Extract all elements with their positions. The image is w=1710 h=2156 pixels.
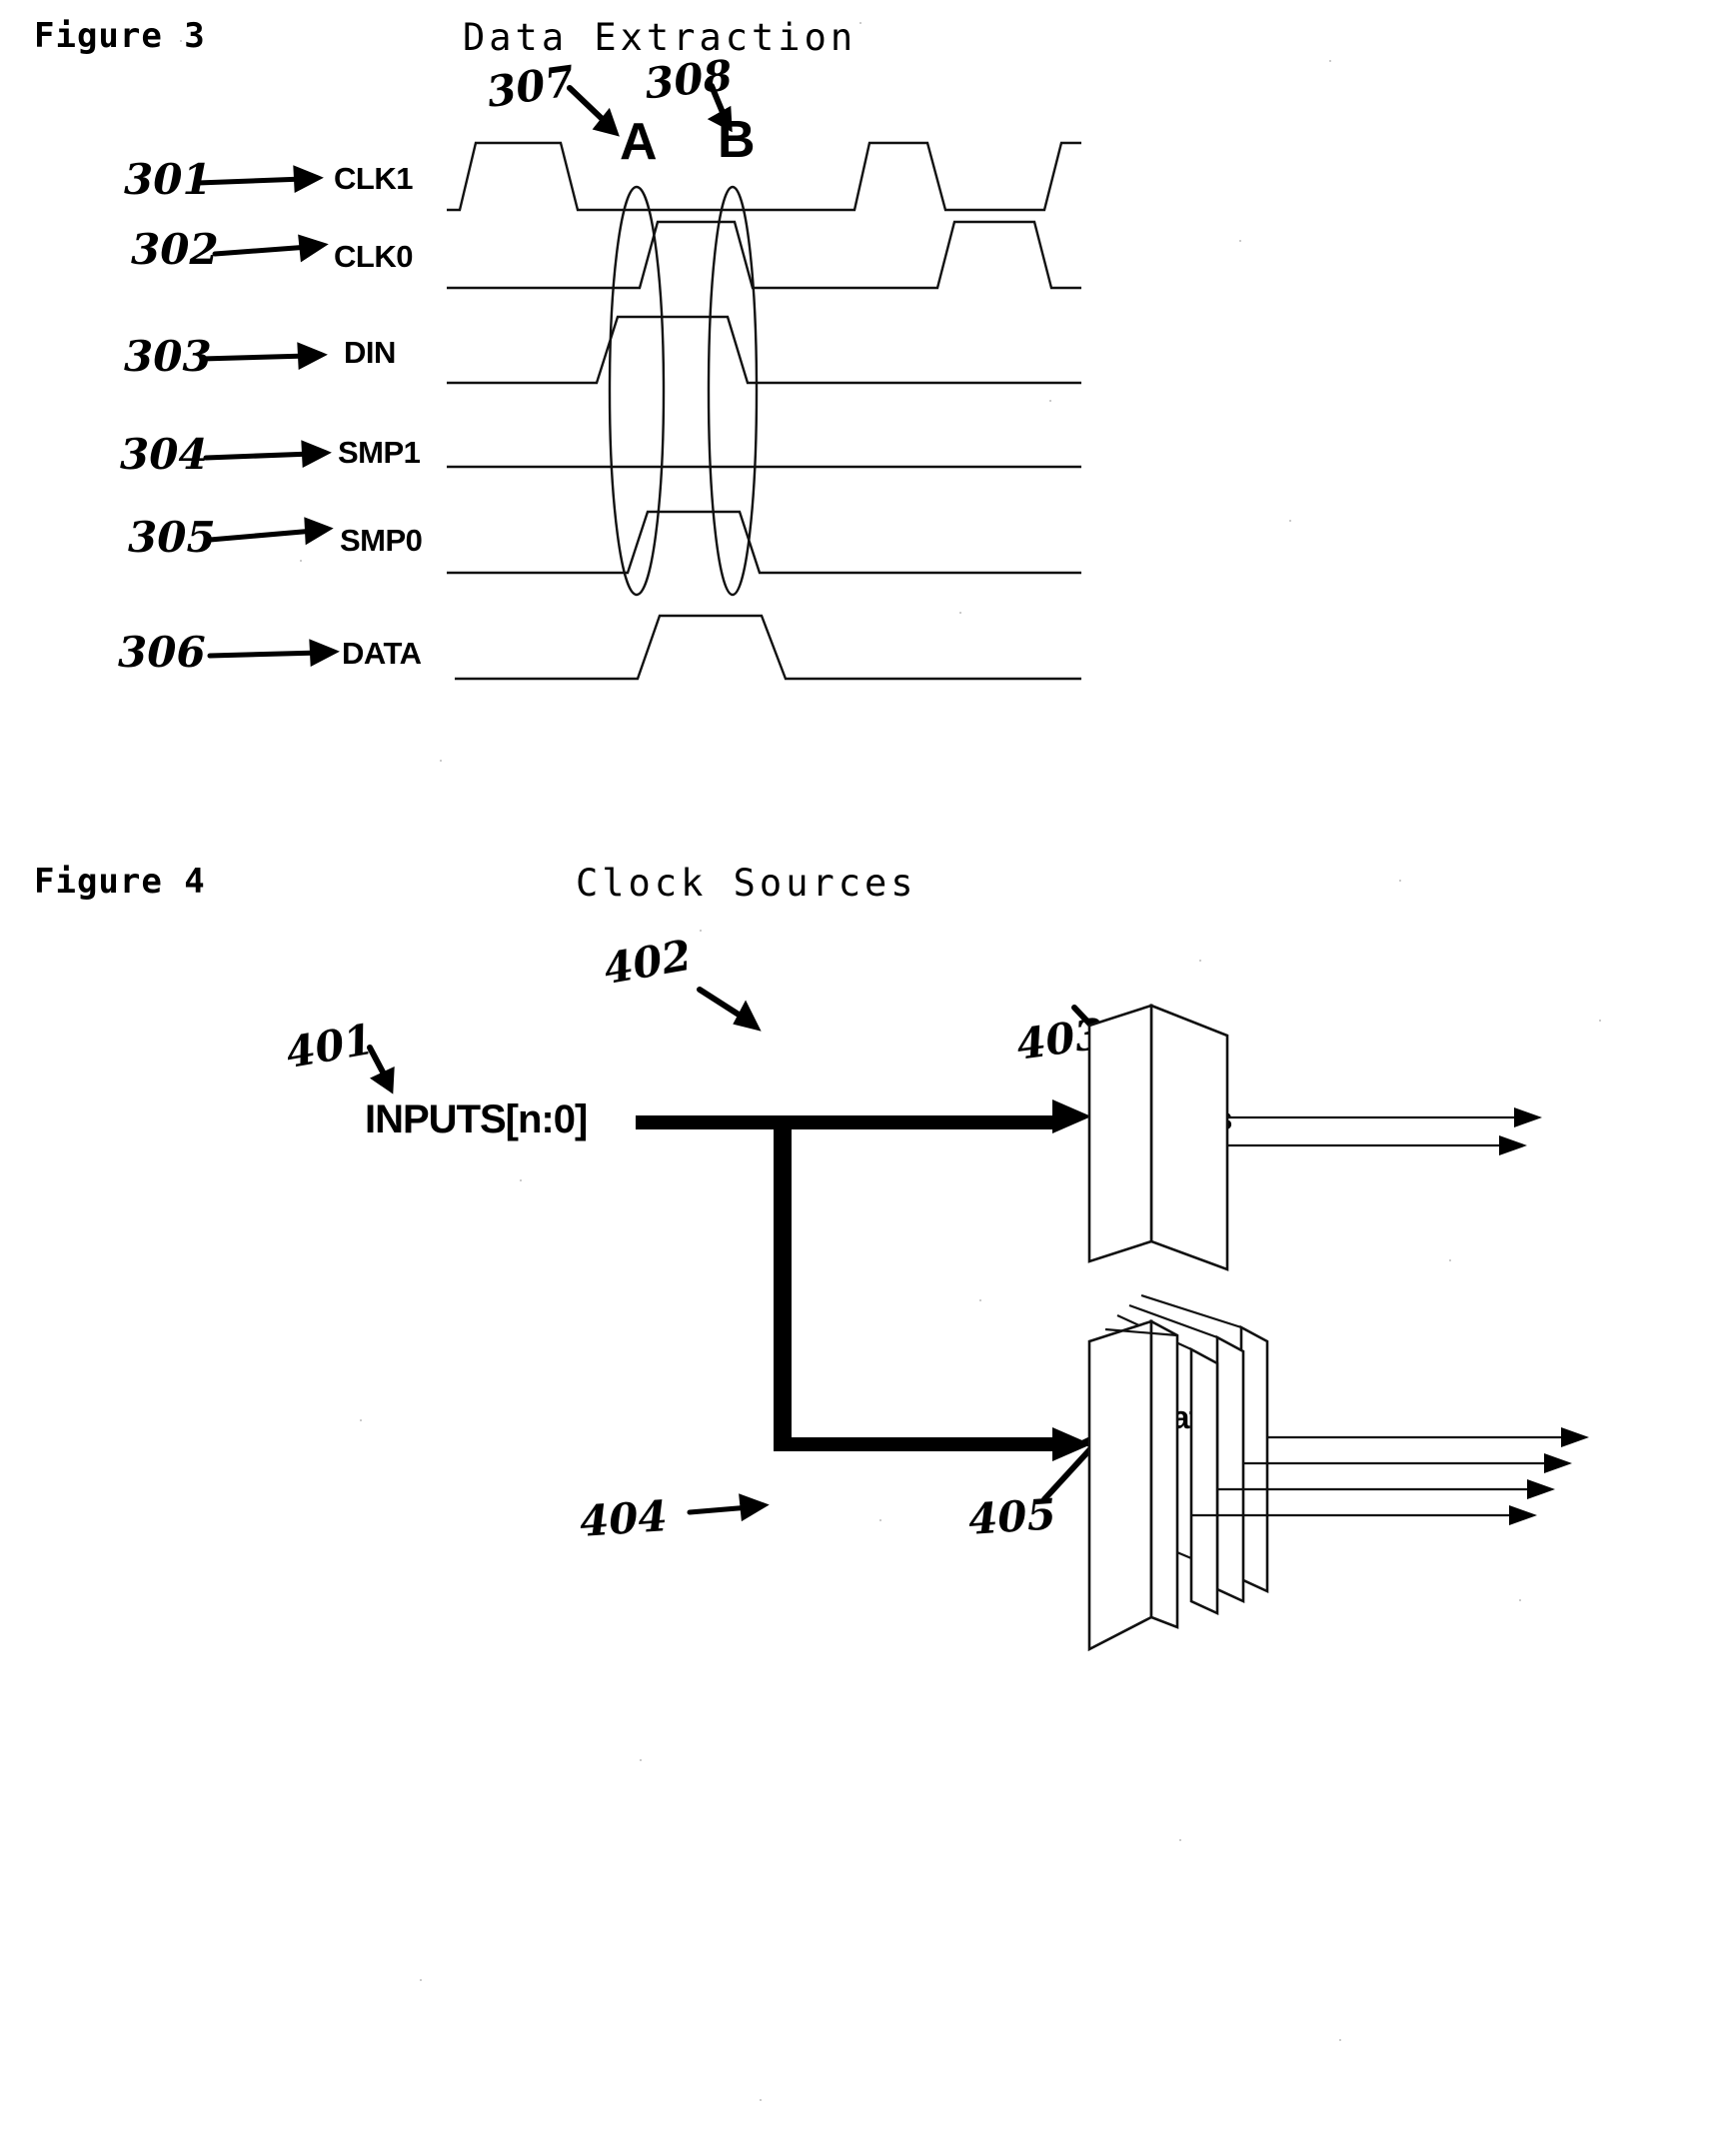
ref-303-arrow: [199, 342, 328, 371]
marker-ellipse-a: [608, 185, 666, 597]
ref-402-arrow: [697, 987, 762, 1032]
ref-307-arrow: [567, 85, 620, 137]
ref-404-arrow: [687, 1493, 770, 1522]
figure-4-canvas: [367, 987, 1589, 1652]
ref-301-arrow: [195, 165, 324, 194]
signal-label-smp1: SMP1: [338, 435, 421, 470]
ref-306-label: 306: [118, 628, 206, 677]
ref-305-arrow: [207, 517, 334, 546]
waveform-din: [447, 315, 1081, 385]
ref-306-arrow: [207, 639, 340, 668]
ref-302-label: 302: [131, 225, 219, 274]
input-bus: [636, 1099, 1091, 1461]
waveform-clk0: [447, 220, 1081, 290]
ref-302-arrow: [212, 234, 329, 263]
data-mux-404: [1087, 1293, 1269, 1652]
clock-mux-402: [1087, 1004, 1229, 1271]
waveform-data: [455, 614, 1081, 681]
signal-label-clk0: CLK0: [334, 239, 413, 274]
marker-label-b: B: [718, 111, 756, 169]
waveform-clk1: [447, 141, 1081, 212]
signal-label-data: DATA: [342, 636, 422, 671]
signal-label-clk1: CLK1: [334, 161, 413, 196]
ref-304-arrow: [203, 440, 332, 469]
clocks-output-lines: [1227, 1107, 1542, 1155]
ref-303-label: 303: [124, 332, 212, 381]
ref-401-arrow: [367, 1045, 395, 1094]
ref-305-label: 305: [128, 513, 216, 562]
marker-ellipse-b: [707, 185, 759, 597]
signal-label-din: DIN: [344, 335, 396, 370]
signal-label-smp0: SMP0: [340, 523, 423, 558]
waveform-smp0: [447, 510, 1081, 575]
ref-304-label: 304: [120, 430, 208, 479]
marker-label-a: A: [620, 113, 658, 171]
